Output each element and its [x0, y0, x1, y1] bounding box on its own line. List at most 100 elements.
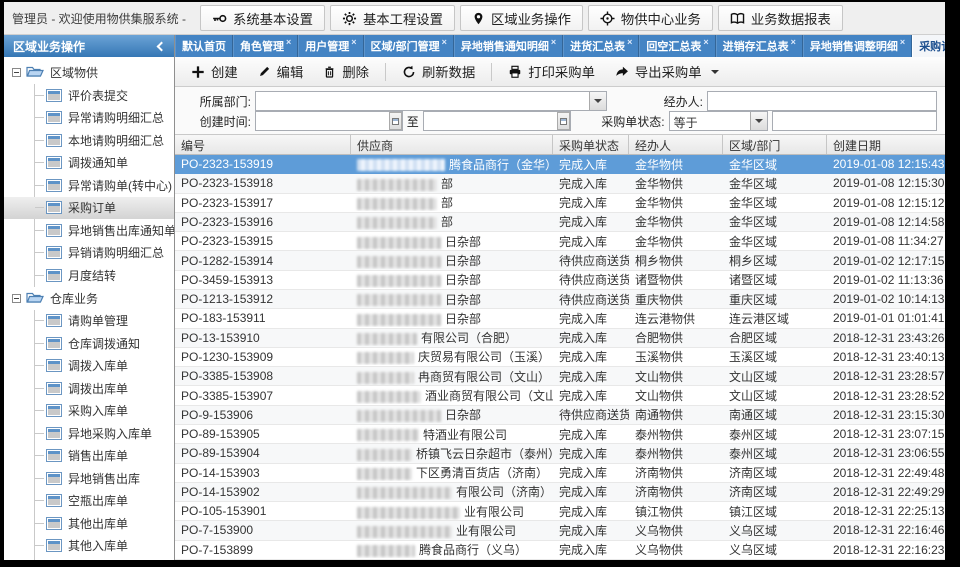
department-select[interactable] — [255, 91, 607, 111]
tree-connector — [35, 433, 44, 434]
agent-input[interactable] — [707, 91, 937, 111]
sidebar-item-异常请购明细汇总[interactable]: 异常请购明细汇总 — [35, 107, 174, 130]
column-header-区域/部门[interactable]: 区域/部门 — [723, 135, 827, 154]
table-row[interactable]: PO-2323-153916部完成入库金华物供金华区域2019-01-08 12… — [175, 213, 945, 232]
sidebar-item-仓库调拨通知[interactable]: 仓库调拨通知 — [35, 332, 174, 355]
column-header-采购单状态[interactable]: 采购单状态 — [553, 135, 629, 154]
status-operator-select[interactable]: 等于 — [669, 111, 768, 131]
sidebar-item-异销请购明细汇总[interactable]: 异销请购明细汇总 — [35, 242, 174, 265]
table-row[interactable]: PO-2323-153919腾食品商行（金华）完成入库金华物供金华区域2019-… — [175, 155, 945, 174]
tab-回空汇总表[interactable]: 回空汇总表× — [639, 35, 715, 57]
tree-connector — [35, 365, 44, 366]
collapse-node-icon[interactable] — [12, 68, 21, 77]
tab-进销存汇总表[interactable]: 进销存汇总表× — [716, 35, 803, 57]
table-row[interactable]: PO-105-153901业有限公司完成入库镇江物供镇江区域2018-12-31… — [175, 502, 945, 521]
edit-button[interactable]: 编辑 — [250, 59, 312, 84]
refresh-button[interactable]: 刷新数据 — [394, 59, 483, 84]
tab-异地销售调整明细[interactable]: 异地销售调整明细× — [803, 35, 912, 57]
cell-created: 2019-01-02 10:14:13 — [827, 292, 945, 306]
close-tab-icon[interactable]: × — [286, 38, 291, 47]
sidebar-item-异销出库调整[interactable]: 异销出库调整 — [35, 557, 174, 560]
close-tab-icon[interactable]: × — [627, 38, 632, 47]
table-row[interactable]: PO-3459-153913日杂部待供应商送货诸暨物供诸暨区域2019-01-0… — [175, 271, 945, 290]
table-row[interactable]: PO-89-153905特酒业有限公司完成入库泰州物供泰州区域2018-12-3… — [175, 425, 945, 444]
sidebar-item-评价表提交[interactable]: 评价表提交 — [35, 84, 174, 107]
close-tab-icon[interactable]: × — [703, 38, 708, 47]
table-row[interactable]: PO-2323-153915日杂部完成入库金华物供金华区域2019-01-08 … — [175, 232, 945, 251]
table-row[interactable]: PO-3385-153907酒业商贸有限公司（文山）完成入库文山物供文山区域20… — [175, 386, 945, 405]
sidebar-item-其他入库单[interactable]: 其他入库单 — [35, 535, 174, 558]
table-row[interactable]: PO-7-153900业有限公司完成入库义乌物供义乌区域2018-12-31 2… — [175, 521, 945, 540]
print-po-button[interactable]: 打印采购单 — [500, 59, 603, 84]
table-row[interactable]: PO-1282-153914日杂部待供应商送货桐乡物供桐乡区域2019-01-0… — [175, 251, 945, 270]
table-row[interactable]: PO-2323-153917部完成入库金华物供金华区域2019-01-08 12… — [175, 194, 945, 213]
create-button[interactable]: 创建 — [183, 59, 246, 84]
column-header-编号[interactable]: 编号 — [175, 135, 351, 154]
sidebar-item-空瓶出库单[interactable]: 空瓶出库单 — [35, 490, 174, 513]
tree-connector — [35, 410, 44, 411]
table-row[interactable]: PO-7-153899腾食品商行（义乌）完成入库义乌物供义乌区域2018-12-… — [175, 541, 945, 560]
tab-角色管理[interactable]: 角色管理× — [233, 35, 298, 57]
chevron-down-icon[interactable] — [750, 112, 767, 130]
table-row[interactable]: PO-1213-153912日杂部待供应商送货重庆物供重庆区域2019-01-0… — [175, 290, 945, 309]
close-tab-icon[interactable]: × — [791, 38, 796, 47]
menu-region-ops[interactable]: 区域业务操作 — [460, 5, 583, 31]
sidebar-item-调拨通知单[interactable]: 调拨通知单 — [35, 152, 174, 175]
column-header-创建日期[interactable]: 创建日期 — [827, 135, 945, 154]
close-tab-icon[interactable]: × — [442, 38, 447, 47]
export-po-button[interactable]: 导出采购单 — [607, 59, 727, 84]
sidebar-item-异地销售出库[interactable]: 异地销售出库 — [35, 467, 174, 490]
table-row[interactable]: PO-14-153902有限公司（济南）完成入库济南物供济南区域2018-12-… — [175, 483, 945, 502]
filter-row-2: 创建时间: 至 采购单状态: 等于 — [183, 111, 937, 131]
sidebar-item-本地请购明细汇总[interactable]: 本地请购明细汇总 — [35, 129, 174, 152]
tab-默认首页[interactable]: 默认首页 — [175, 35, 233, 57]
close-tab-icon[interactable]: × — [551, 38, 556, 47]
sidebar-item-异地销售出库通知单[interactable]: 异地销售出库通知单 — [35, 219, 174, 242]
tree-folder-仓库业务[interactable]: 仓库业务 — [4, 287, 174, 310]
cell-created: 2018-12-31 22:16:23 — [827, 543, 945, 557]
calendar-icon[interactable] — [557, 112, 570, 130]
status-value-input[interactable] — [772, 111, 937, 131]
sidebar-item-其他出库单[interactable]: 其他出库单 — [35, 512, 174, 535]
table-row[interactable]: PO-89-153904桥镇飞云日杂超市（泰州）完成入库泰州物供泰州区域2018… — [175, 444, 945, 463]
sidebar-item-异常请购单(转中心)[interactable]: 异常请购单(转中心) — [35, 174, 174, 197]
tab-采购订单[interactable]: 采购订单× — [912, 35, 945, 57]
sidebar-item-请购单管理[interactable]: 请购单管理 — [35, 310, 174, 333]
created-to-input[interactable] — [423, 111, 571, 131]
close-tab-icon[interactable]: × — [900, 38, 905, 47]
table-row[interactable]: PO-2323-153918部完成入库金华物供金华区域2019-01-08 12… — [175, 174, 945, 193]
menu-project-settings[interactable]: 基本工程设置 — [330, 5, 455, 31]
sidebar-item-调拨出库单[interactable]: 调拨出库单 — [35, 377, 174, 400]
table-row[interactable]: PO-13-153910有限公司（合肥）完成入库合肥物供合肥区域2018-12-… — [175, 329, 945, 348]
sidebar-item-采购入库单[interactable]: 采购入库单 — [35, 400, 174, 423]
menu-reports[interactable]: 业务数据报表 — [718, 5, 843, 31]
collapse-node-icon[interactable] — [12, 294, 21, 303]
folder-icon — [26, 64, 45, 81]
table-row[interactable]: PO-183-153911日杂部完成入库连云港物供连云港区域2019-01-01… — [175, 309, 945, 328]
calendar-icon[interactable] — [389, 112, 402, 130]
table-row[interactable]: PO-9-153906日杂部待供应商送货南通物供南通区域2018-12-31 2… — [175, 406, 945, 425]
chevron-down-icon[interactable] — [589, 92, 606, 110]
tab-区域/部门管理[interactable]: 区域/部门管理× — [364, 35, 454, 57]
tab-异地销售通知明细[interactable]: 异地销售通知明细× — [454, 35, 563, 57]
created-from-input[interactable] — [255, 111, 403, 131]
sidebar-item-调拨入库单[interactable]: 调拨入库单 — [35, 355, 174, 378]
collapse-sidebar-icon[interactable] — [157, 41, 167, 51]
tab-用户管理[interactable]: 用户管理× — [298, 35, 363, 57]
column-header-经办人[interactable]: 经办人 — [629, 135, 723, 154]
delete-button[interactable]: 删除 — [315, 59, 377, 84]
sidebar-item-异地采购入库单[interactable]: 异地采购入库单 — [35, 422, 174, 445]
sidebar-item-销售出库单[interactable]: 销售出库单 — [35, 445, 174, 468]
table-row[interactable]: PO-14-153903下区勇清百货店（济南）完成入库济南物供济南区域2018-… — [175, 464, 945, 483]
sidebar-item-采购订单[interactable]: 采购订单 — [4, 197, 174, 220]
tab-进货汇总表[interactable]: 进货汇总表× — [563, 35, 639, 57]
menu-system-settings[interactable]: 系统基本设置 — [200, 5, 325, 31]
close-tab-icon[interactable]: × — [351, 38, 356, 47]
tree-folder-区域物供[interactable]: 区域物供 — [4, 61, 174, 84]
table-row[interactable]: PO-1230-153909庆贸易有限公司（玉溪）完成入库玉溪物供玉溪区域201… — [175, 348, 945, 367]
table-row[interactable]: PO-3385-153908冉商贸有限公司（文山）完成入库文山物供文山区域201… — [175, 367, 945, 386]
tree-children: 请购单管理仓库调拨通知调拨入库单调拨出库单采购入库单异地采购入库单销售出库单异地… — [34, 310, 174, 561]
column-header-供应商[interactable]: 供应商 — [351, 135, 553, 154]
menu-supply-center[interactable]: 物供中心业务 — [588, 5, 713, 31]
sidebar-item-月度结转[interactable]: 月度结转 — [35, 264, 174, 287]
